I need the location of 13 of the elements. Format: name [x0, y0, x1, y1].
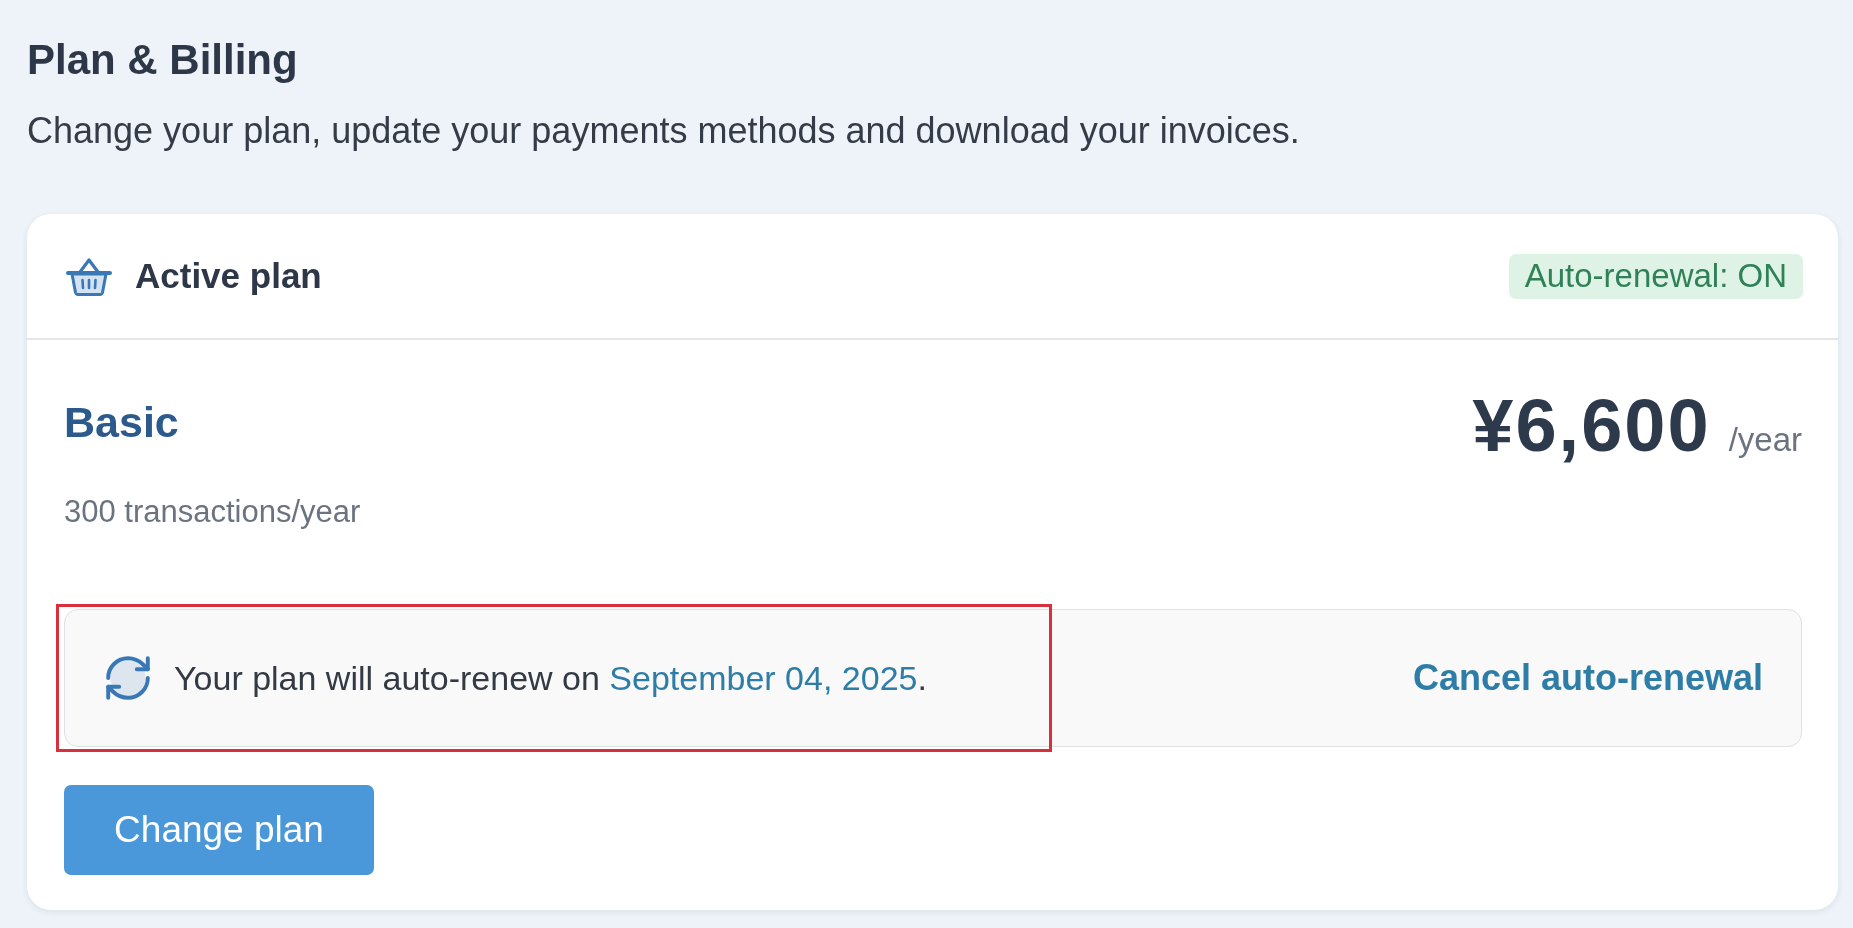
- basket-icon: [65, 255, 113, 297]
- price-period: /year: [1728, 421, 1802, 459]
- plan-name: Basic: [64, 397, 179, 447]
- page-title: Plan & Billing: [27, 36, 298, 84]
- card-title: Active plan: [135, 255, 322, 297]
- auto-renewal-badge: Auto-renewal: ON: [1508, 253, 1803, 299]
- cancel-auto-renewal-link[interactable]: Cancel auto-renewal: [1412, 657, 1763, 699]
- change-plan-button[interactable]: Change plan: [64, 785, 374, 875]
- renewal-message: Your plan will auto-renew on September 04, 2025.: [174, 658, 927, 699]
- refresh-icon: [106, 656, 150, 700]
- price-amount: ¥6,600: [1472, 389, 1711, 463]
- page-subtitle: Change your plan, update your payments methods and download your invoices.: [27, 109, 1300, 153]
- plan-limit: 300 transactions/year: [64, 494, 361, 530]
